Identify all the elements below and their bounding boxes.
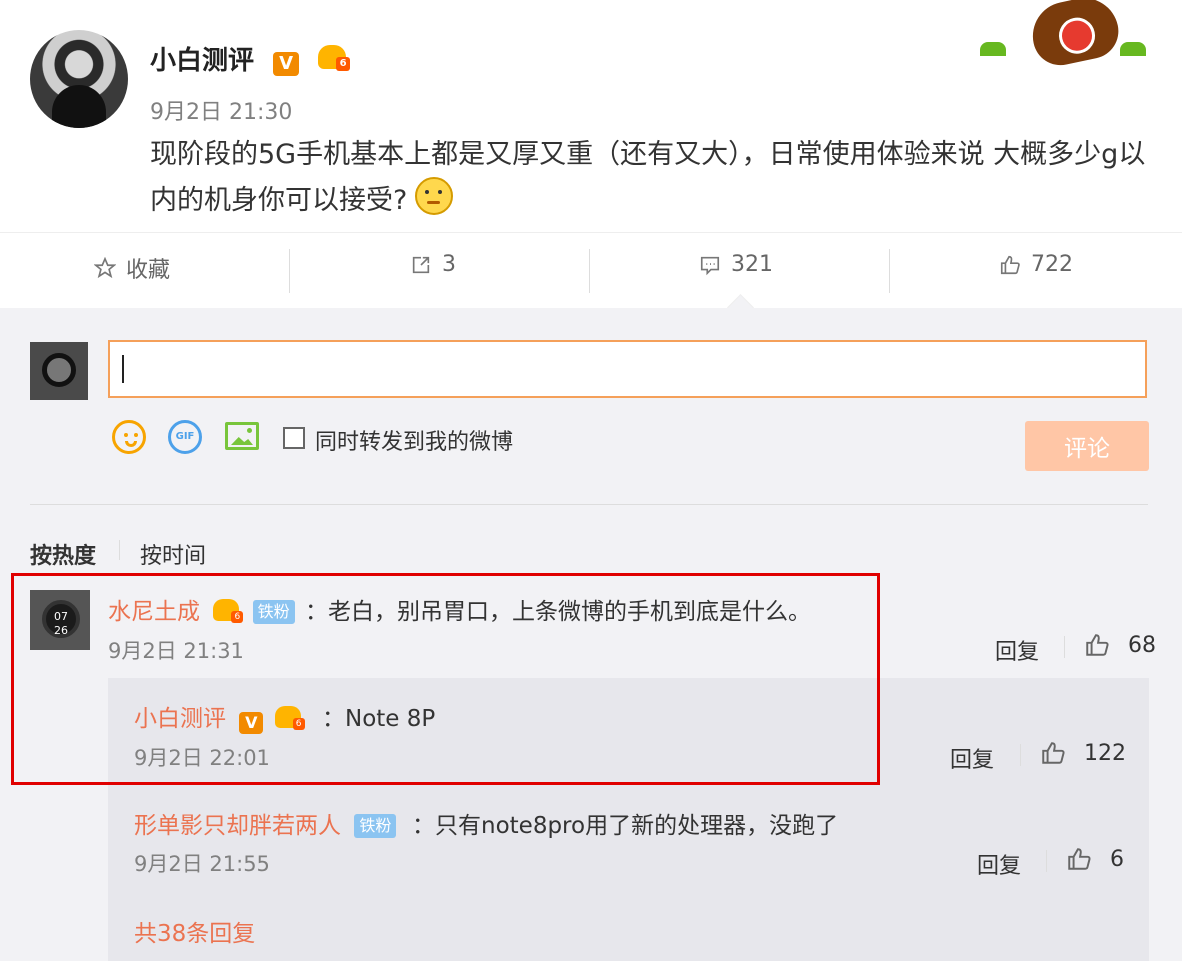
comment-like-button[interactable]: 68: [1084, 632, 1156, 658]
reply-time: 9月2日 21:55: [134, 852, 270, 876]
comment-like-count: 68: [1128, 632, 1156, 658]
comment-button[interactable]: 321: [699, 252, 773, 277]
section-divider: [30, 504, 1148, 505]
author-name-line: 小白测评 V: [150, 40, 351, 77]
reply-button[interactable]: 回复: [950, 742, 994, 774]
crown-icon: [318, 45, 351, 71]
reply-like-count: 122: [1084, 740, 1126, 766]
reply-button[interactable]: 回复: [977, 848, 1021, 880]
repost-icon: [412, 256, 430, 273]
reply-like-button[interactable]: 6: [1066, 846, 1124, 872]
action-divider: [589, 249, 590, 293]
favorite-label: 收藏: [126, 258, 171, 283]
favorite-button[interactable]: 收藏: [94, 252, 170, 284]
author-name[interactable]: 小白测评: [150, 46, 254, 76]
post-text: 现阶段的5G手机基本上都是又厚又重（还有又大），日常使用体验来说 大概多少g以内…: [150, 139, 1146, 216]
thumbs-up-icon: [1000, 255, 1020, 274]
thinking-emoji-icon: [415, 177, 454, 215]
post-card: 小白测评 V 9月2日 21:30 现阶段的5G手机基本上都是又厚又重（还有又大…: [0, 0, 1182, 232]
comment-icon: [700, 256, 720, 275]
thumbs-up-icon: [1086, 634, 1109, 656]
like-button[interactable]: 722: [999, 252, 1073, 277]
reply-button[interactable]: 回复: [995, 634, 1039, 666]
comment-count: 321: [731, 252, 773, 277]
action-divider: [1020, 744, 1021, 766]
action-divider: [889, 249, 890, 293]
thumbs-up-icon: [1042, 742, 1065, 764]
thumbs-up-icon: [1068, 848, 1091, 870]
like-count: 722: [1031, 252, 1073, 277]
sort-by-time[interactable]: 按时间: [140, 538, 206, 570]
action-divider: [1064, 636, 1065, 658]
action-divider: [289, 249, 290, 293]
share-label: 同时转发到我的微博: [315, 430, 514, 455]
decoration-icon: [980, 0, 1160, 71]
post-action-bar: 收藏 3 321 722: [0, 232, 1182, 310]
post-time: 9月2日 21:30: [150, 100, 293, 125]
sort-by-hot[interactable]: 按热度: [30, 538, 96, 570]
repost-count: 3: [442, 252, 456, 277]
reply-like-button[interactable]: 122: [1040, 740, 1126, 766]
current-user-avatar: [30, 342, 88, 400]
post-content: 现阶段的5G手机基本上都是又厚又重（还有又大），日常使用体验来说 大概多少g以内…: [150, 132, 1150, 223]
reply-text: ：只有note8pro用了新的处理器，没跑了: [412, 813, 839, 839]
text-cursor: [122, 355, 124, 383]
gif-icon[interactable]: GIF: [168, 420, 202, 454]
reply-like-count: 6: [1110, 846, 1124, 872]
author-avatar[interactable]: [30, 30, 128, 128]
share-checkbox[interactable]: [283, 427, 305, 449]
reply-author: 形单影只却胖若两人 铁粉: [134, 806, 397, 840]
verified-badge: V: [273, 52, 300, 76]
reply-author-name[interactable]: 形单影只却胖若两人: [134, 813, 341, 839]
fan-badge: 铁粉: [354, 814, 397, 838]
emoji-icon[interactable]: [112, 420, 146, 454]
star-icon: [94, 257, 116, 279]
submit-comment-button[interactable]: 评论: [1025, 421, 1149, 471]
highlight-box: [11, 573, 880, 785]
more-replies-link[interactable]: 共38条回复: [134, 914, 255, 948]
sort-divider: [119, 540, 120, 560]
image-icon[interactable]: [225, 422, 259, 450]
repost-button[interactable]: 3: [410, 252, 456, 277]
comment-input[interactable]: [108, 340, 1147, 398]
action-divider: [1046, 850, 1047, 872]
